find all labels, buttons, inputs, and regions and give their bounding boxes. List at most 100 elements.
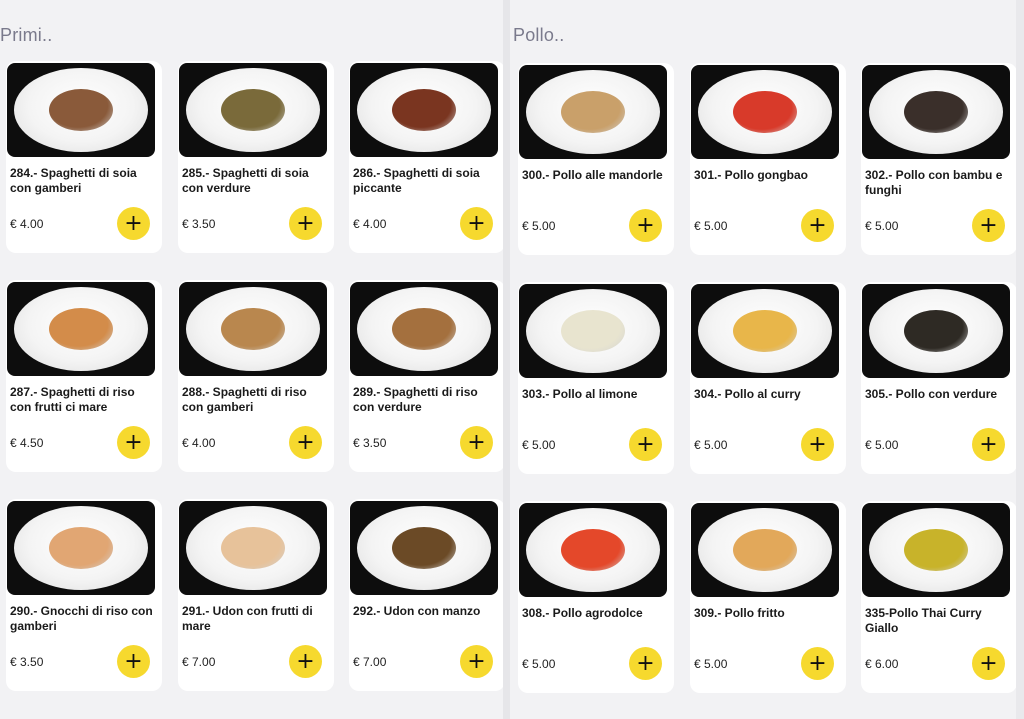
- product-name: 305.- Pollo con verdure: [865, 387, 998, 401]
- add-to-cart-button[interactable]: +: [972, 428, 1005, 461]
- product-card[interactable]: 335-Pollo Thai Curry Giallo € 6.00 +: [861, 501, 1017, 693]
- add-to-cart-button[interactable]: +: [117, 426, 150, 459]
- product-name: 292.- Udon con manzo: [353, 604, 481, 618]
- add-to-cart-button[interactable]: +: [629, 209, 662, 242]
- product-image[interactable]: [179, 63, 327, 157]
- product-name: 303.- Pollo al limone: [522, 387, 638, 401]
- dish-image: [904, 529, 968, 571]
- product-name: 291.- Udon con frutti di mare: [182, 604, 313, 633]
- add-to-cart-button[interactable]: +: [117, 207, 150, 240]
- dish-image: [49, 308, 113, 350]
- product-card[interactable]: 289.- Spaghetti di riso con verdure € 3.5…: [349, 280, 505, 472]
- plate-image: [698, 508, 832, 592]
- product-image[interactable]: [179, 501, 327, 595]
- product-image[interactable]: [519, 65, 667, 159]
- product-card[interactable]: 287.- Spaghetti di riso con frutti ci ma…: [6, 280, 162, 472]
- plate-image: [357, 68, 491, 152]
- product-card[interactable]: 300.- Pollo alle mandorle € 5.00 +: [518, 63, 674, 255]
- product-name: 302.- Pollo con bambu e funghi: [865, 168, 1003, 197]
- product-image[interactable]: [350, 501, 498, 595]
- product-price: € 4.00: [10, 217, 44, 231]
- dish-image: [904, 91, 968, 133]
- dish-image: [49, 527, 113, 569]
- dish-image: [392, 308, 456, 350]
- add-to-cart-button[interactable]: +: [289, 645, 322, 678]
- product-image[interactable]: [350, 63, 498, 157]
- product-image[interactable]: [7, 501, 155, 595]
- section-primi: Primi.. 284.- Spaghetti di soia con gamb…: [0, 0, 505, 719]
- add-to-cart-button[interactable]: +: [460, 426, 493, 459]
- product-card[interactable]: 303.- Pollo al limone € 5.00 +: [518, 282, 674, 474]
- plate-image: [526, 70, 660, 154]
- add-to-cart-button[interactable]: +: [117, 645, 150, 678]
- scrollbar-track[interactable]: [1016, 0, 1024, 719]
- product-image[interactable]: [7, 282, 155, 376]
- dish-image: [561, 310, 625, 352]
- add-to-cart-button[interactable]: +: [972, 647, 1005, 680]
- dish-image: [221, 308, 285, 350]
- product-price: € 7.00: [353, 655, 387, 669]
- product-name: 335-Pollo Thai Curry Giallo: [865, 606, 982, 635]
- plate-image: [14, 287, 148, 371]
- product-card[interactable]: 301.- Pollo gongbao € 5.00 +: [690, 63, 846, 255]
- plate-image: [698, 70, 832, 154]
- dish-image: [561, 91, 625, 133]
- product-image[interactable]: [862, 503, 1010, 597]
- dish-image: [733, 529, 797, 571]
- product-price: € 6.00: [865, 657, 899, 671]
- dish-image: [221, 89, 285, 131]
- product-card[interactable]: 291.- Udon con frutti di mare € 7.00 +: [178, 499, 334, 691]
- add-to-cart-button[interactable]: +: [629, 428, 662, 461]
- product-name: 286.- Spaghetti di soia piccante: [353, 166, 480, 195]
- plate-image: [869, 289, 1003, 373]
- product-card[interactable]: 309.- Pollo fritto € 5.00 +: [690, 501, 846, 693]
- product-image[interactable]: [179, 282, 327, 376]
- section-title-pollo: Pollo..: [513, 25, 565, 45]
- plate-image: [14, 506, 148, 590]
- product-name: 308.- Pollo agrodolce: [522, 606, 643, 620]
- product-card[interactable]: 302.- Pollo con bambu e funghi € 5.00 +: [861, 63, 1017, 255]
- product-price: € 5.00: [522, 438, 556, 452]
- dish-image: [392, 89, 456, 131]
- add-to-cart-button[interactable]: +: [972, 209, 1005, 242]
- product-name: 285.- Spaghetti di soia con verdure: [182, 166, 309, 195]
- dish-image: [392, 527, 456, 569]
- product-image[interactable]: [691, 284, 839, 378]
- product-image[interactable]: [862, 65, 1010, 159]
- product-image[interactable]: [862, 284, 1010, 378]
- add-to-cart-button[interactable]: +: [289, 426, 322, 459]
- product-card[interactable]: 292.- Udon con manzo € 7.00 +: [349, 499, 505, 691]
- product-price: € 4.00: [353, 217, 387, 231]
- product-price: € 4.00: [182, 436, 216, 450]
- product-price: € 5.00: [865, 219, 899, 233]
- plate-image: [869, 70, 1003, 154]
- product-image[interactable]: [519, 503, 667, 597]
- product-image[interactable]: [7, 63, 155, 157]
- product-card[interactable]: 288.- Spaghetti di riso con gamberi € 4.0…: [178, 280, 334, 472]
- product-image[interactable]: [691, 503, 839, 597]
- add-to-cart-button[interactable]: +: [629, 647, 662, 680]
- add-to-cart-button[interactable]: +: [801, 647, 834, 680]
- product-price: € 5.00: [522, 219, 556, 233]
- plate-image: [186, 68, 320, 152]
- product-card[interactable]: 284.- Spaghetti di soia con gamberi € 4.0…: [6, 61, 162, 253]
- product-image[interactable]: [350, 282, 498, 376]
- product-card[interactable]: 290.- Gnocchi di riso con gamberi € 3.50 +: [6, 499, 162, 691]
- add-to-cart-button[interactable]: +: [801, 428, 834, 461]
- add-to-cart-button[interactable]: +: [289, 207, 322, 240]
- product-image[interactable]: [691, 65, 839, 159]
- product-card[interactable]: 308.- Pollo agrodolce € 5.00 +: [518, 501, 674, 693]
- product-price: € 5.00: [694, 438, 728, 452]
- add-to-cart-button[interactable]: +: [460, 207, 493, 240]
- plate-image: [357, 506, 491, 590]
- add-to-cart-button[interactable]: +: [801, 209, 834, 242]
- product-card[interactable]: 286.- Spaghetti di soia piccante € 4.00 +: [349, 61, 505, 253]
- plate-image: [869, 508, 1003, 592]
- dish-image: [733, 310, 797, 352]
- product-card[interactable]: 305.- Pollo con verdure € 5.00 +: [861, 282, 1017, 474]
- section-title-primi: Primi..: [0, 25, 53, 45]
- product-card[interactable]: 304.- Pollo al curry € 5.00 +: [690, 282, 846, 474]
- add-to-cart-button[interactable]: +: [460, 645, 493, 678]
- product-card[interactable]: 285.- Spaghetti di soia con verdure € 3.5…: [178, 61, 334, 253]
- product-image[interactable]: [519, 284, 667, 378]
